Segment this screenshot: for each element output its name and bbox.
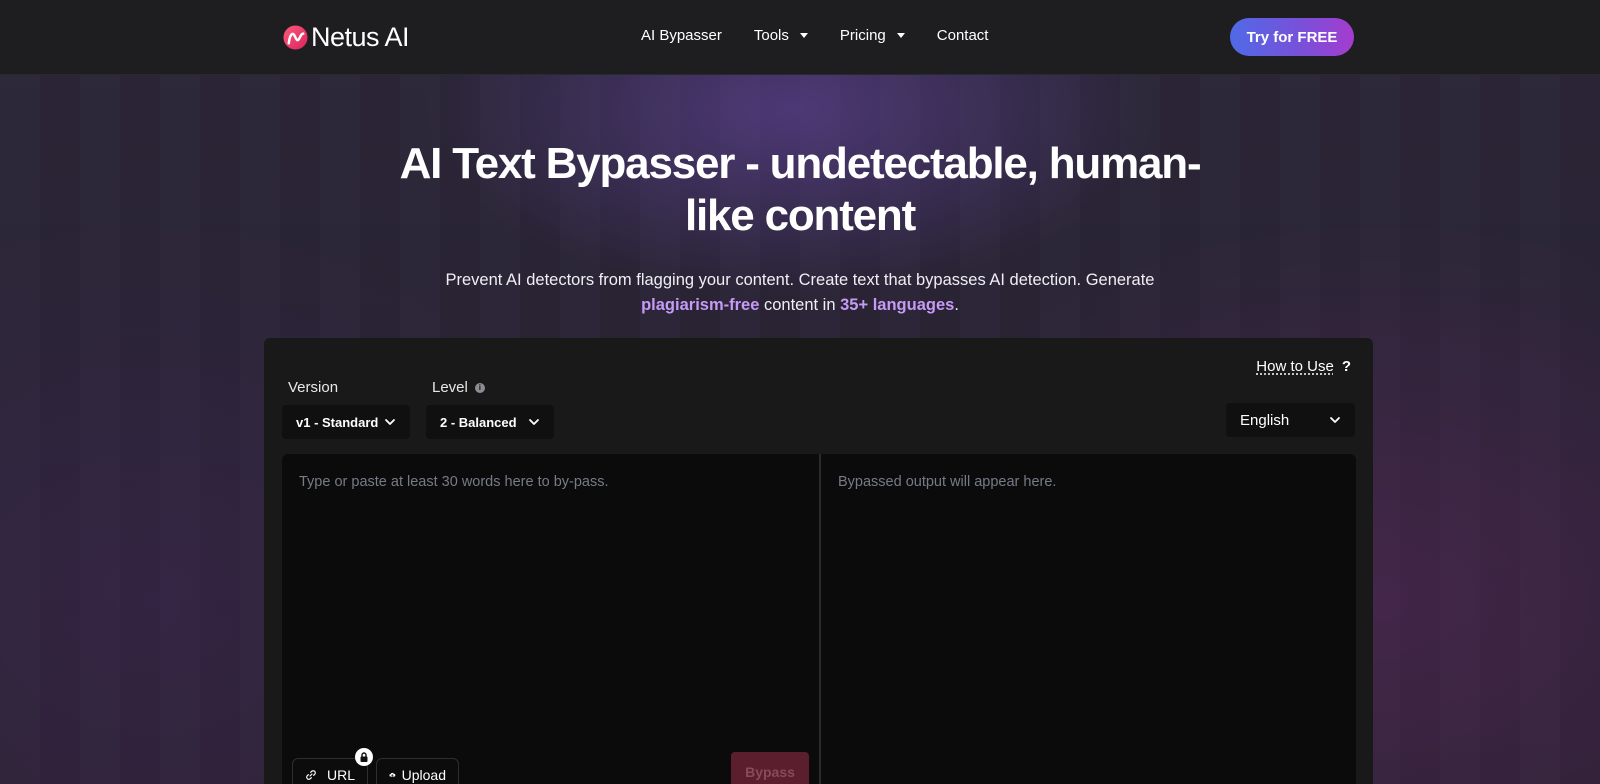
nav-contact[interactable]: Contact xyxy=(937,27,989,44)
nav-tools[interactable]: Tools xyxy=(754,27,808,44)
bypass-button[interactable]: Bypass xyxy=(731,752,809,784)
subtitle-highlight-languages: 35+ languages xyxy=(840,296,955,314)
upload-button-label: Upload xyxy=(401,767,446,783)
nav-pricing-label: Pricing xyxy=(839,27,886,44)
page-title: AI Text Bypasser - undetectable, human- … xyxy=(300,138,1300,242)
caret-down-icon xyxy=(799,33,808,38)
version-label-text: Version xyxy=(288,379,339,396)
nav-tools-label: Tools xyxy=(753,27,789,44)
upload-button[interactable]: Upload xyxy=(376,758,459,784)
subtitle-text-1: Prevent AI detectors from flagging your … xyxy=(445,271,1155,289)
netus-logo-icon xyxy=(283,24,308,50)
main-nav: AI Bypasser Tools Pricing Contact xyxy=(641,27,1020,44)
version-select-value: v1 - Standard xyxy=(296,414,379,430)
language-select[interactable]: English xyxy=(1226,403,1355,437)
caret-down-icon xyxy=(896,33,905,38)
chevron-down-icon xyxy=(385,419,395,425)
nav-pricing[interactable]: Pricing xyxy=(840,27,905,44)
how-to-use-link[interactable]: How to Use ? xyxy=(1256,358,1351,375)
url-button-label: URL xyxy=(326,767,355,783)
level-select[interactable]: 2 - Balanced xyxy=(426,405,554,439)
how-to-use-label: How to Use xyxy=(1256,358,1334,375)
lock-icon xyxy=(355,748,373,766)
title-line-1: AI Text Bypasser - undetectable, human- xyxy=(399,139,1202,188)
nav-ai-bypasser[interactable]: AI Bypasser xyxy=(641,27,722,44)
page-subtitle: Prevent AI detectors from flagging your … xyxy=(400,268,1200,318)
bypasser-tool-card: How to Use ? Version Level i v1 - Standa… xyxy=(264,338,1373,784)
subtitle-highlight-plagiarism: plagiarism-free xyxy=(641,296,760,314)
language-select-value: English xyxy=(1240,411,1290,429)
logo-text: Netus AI xyxy=(311,21,410,52)
input-textarea[interactable]: Type or paste at least 30 words here to … xyxy=(282,454,819,784)
info-icon[interactable]: i xyxy=(474,382,485,393)
nav-ai-bypasser-label: AI Bypasser xyxy=(641,27,722,44)
logo[interactable]: Netus AI xyxy=(283,21,410,52)
link-icon xyxy=(306,770,316,780)
level-label: Level i xyxy=(432,379,485,396)
subtitle-text-2: content in xyxy=(759,296,841,314)
nav-contact-label: Contact xyxy=(936,27,989,44)
title-line-2: like content xyxy=(684,191,916,240)
chevron-down-icon xyxy=(1330,417,1340,423)
subtitle-text-3: . xyxy=(954,296,959,314)
try-free-button[interactable]: Try for FREE xyxy=(1230,18,1354,56)
cloud-upload-icon xyxy=(389,772,396,777)
level-select-value: 2 - Balanced xyxy=(440,414,517,430)
level-label-text: Level xyxy=(432,379,468,396)
version-select[interactable]: v1 - Standard xyxy=(282,405,410,439)
output-area: Bypassed output will appear here. xyxy=(821,454,1356,784)
version-label: Version xyxy=(288,379,338,396)
top-navbar: Netus AI AI Bypasser Tools Pricing Conta… xyxy=(0,0,1600,75)
editor-panels: Type or paste at least 30 words here to … xyxy=(282,454,1356,784)
output-placeholder: Bypassed output will appear here. xyxy=(838,474,1057,490)
question-icon: ? xyxy=(1341,358,1351,375)
input-placeholder: Type or paste at least 30 words here to … xyxy=(299,474,609,490)
chevron-down-icon xyxy=(529,419,539,425)
